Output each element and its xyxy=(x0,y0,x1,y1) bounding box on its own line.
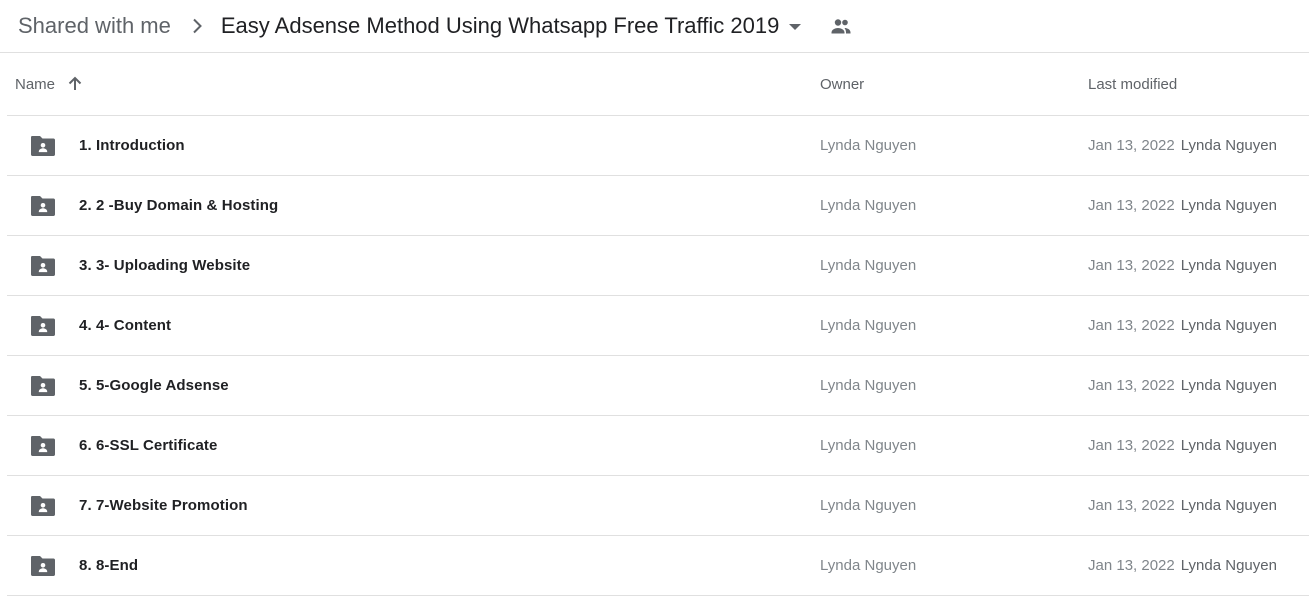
shared-folder-icon xyxy=(29,192,57,220)
row-owner-label: Lynda Nguyen xyxy=(820,197,917,214)
caret-down-icon xyxy=(783,14,807,38)
row-owner-cell: Lynda Nguyen xyxy=(812,377,1080,394)
row-owner-cell: Lynda Nguyen xyxy=(812,137,1080,154)
row-modified-cell: Jan 13, 2022 Lynda Nguyen xyxy=(1080,257,1309,274)
shared-folder-icon xyxy=(29,432,57,460)
row-owner-cell: Lynda Nguyen xyxy=(812,317,1080,334)
row-modified-cell: Jan 13, 2022 Lynda Nguyen xyxy=(1080,137,1309,154)
file-rows: 1. Introduction Lynda Nguyen Jan 13, 202… xyxy=(7,116,1309,596)
row-modified-by: Lynda Nguyen xyxy=(1180,437,1277,454)
table-row[interactable]: 3. 3- Uploading Website Lynda Nguyen Jan… xyxy=(7,236,1309,296)
breadcrumb-current-folder[interactable]: Easy Adsense Method Using Whatsapp Free … xyxy=(213,9,815,43)
table-row[interactable]: 6. 6-SSL Certificate Lynda Nguyen Jan 13… xyxy=(7,416,1309,476)
chevron-right-icon xyxy=(185,14,209,38)
row-owner-cell: Lynda Nguyen xyxy=(812,197,1080,214)
row-name-label: 4. 4- Content xyxy=(79,317,172,334)
row-name-label: 8. 8-End xyxy=(79,557,139,574)
row-modified-cell: Jan 13, 2022 Lynda Nguyen xyxy=(1080,317,1309,334)
row-name-cell: 2. 2 -Buy Domain & Hosting xyxy=(7,192,812,220)
row-modified-date: Jan 13, 2022 xyxy=(1088,557,1175,574)
row-modified-by: Lynda Nguyen xyxy=(1180,197,1277,214)
row-modified-date: Jan 13, 2022 xyxy=(1088,497,1175,514)
row-modified-by: Lynda Nguyen xyxy=(1180,317,1277,334)
shared-folder-icon xyxy=(29,492,57,520)
column-owner: Owner xyxy=(820,75,865,93)
row-owner-label: Lynda Nguyen xyxy=(820,257,917,274)
row-owner-label: Lynda Nguyen xyxy=(820,377,917,394)
row-modified-date: Jan 13, 2022 xyxy=(1088,197,1175,214)
table-row[interactable]: 4. 4- Content Lynda Nguyen Jan 13, 2022 L… xyxy=(7,296,1309,356)
table-row[interactable]: 2. 2 -Buy Domain & Hosting Lynda Nguyen … xyxy=(7,176,1309,236)
row-modified-cell: Jan 13, 2022 Lynda Nguyen xyxy=(1080,557,1309,574)
arrow-up-icon[interactable] xyxy=(65,74,85,94)
row-modified-by: Lynda Nguyen xyxy=(1180,557,1277,574)
row-modified-cell: Jan 13, 2022 Lynda Nguyen xyxy=(1080,197,1309,214)
column-name[interactable]: Name xyxy=(7,74,812,94)
shared-folder-icon xyxy=(29,312,57,340)
row-modified-date: Jan 13, 2022 xyxy=(1088,137,1175,154)
row-name-cell: 4. 4- Content xyxy=(7,312,812,340)
table-row[interactable]: 7. 7-Website Promotion Lynda Nguyen Jan … xyxy=(7,476,1309,536)
column-last-modified[interactable]: Last modified xyxy=(1080,76,1309,93)
row-name-cell: 6. 6-SSL Certificate xyxy=(7,432,812,460)
row-name-label: 2. 2 -Buy Domain & Hosting xyxy=(79,197,279,214)
row-modified-cell: Jan 13, 2022 Lynda Nguyen xyxy=(1080,377,1309,394)
breadcrumb-shared-with-me[interactable]: Shared with me xyxy=(8,9,181,43)
row-name-cell: 7. 7-Website Promotion xyxy=(7,492,812,520)
row-modified-by: Lynda Nguyen xyxy=(1180,137,1277,154)
shared-folder-icon xyxy=(29,132,57,160)
row-owner-cell: Lynda Nguyen xyxy=(812,437,1080,454)
shared-folder-icon xyxy=(29,552,57,580)
row-owner-label: Lynda Nguyen xyxy=(820,497,917,514)
row-modified-by: Lynda Nguyen xyxy=(1180,497,1277,514)
row-modified-date: Jan 13, 2022 xyxy=(1088,437,1175,454)
row-name-cell: 8. 8-End xyxy=(7,552,812,580)
row-owner-label: Lynda Nguyen xyxy=(820,137,917,154)
row-name-label: 7. 7-Website Promotion xyxy=(79,497,248,514)
row-name-cell: 1. Introduction xyxy=(7,132,812,160)
row-owner-label: Lynda Nguyen xyxy=(820,557,917,574)
row-name-label: 3. 3- Uploading Website xyxy=(79,257,251,274)
row-name-label: 6. 6-SSL Certificate xyxy=(79,437,218,454)
row-modified-cell: Jan 13, 2022 Lynda Nguyen xyxy=(1080,497,1309,514)
row-owner-cell: Lynda Nguyen xyxy=(812,257,1080,274)
people-icon[interactable] xyxy=(827,12,855,40)
shared-folder-icon xyxy=(29,252,57,280)
row-modified-date: Jan 13, 2022 xyxy=(1088,317,1175,334)
row-owner-label: Lynda Nguyen xyxy=(820,437,917,454)
row-name-label: 1. Introduction xyxy=(79,137,185,154)
table-row[interactable]: 8. 8-End Lynda Nguyen Jan 13, 2022 Lynda … xyxy=(7,536,1309,596)
row-name-label: 5. 5-Google Adsense xyxy=(79,377,229,394)
row-modified-date: Jan 13, 2022 xyxy=(1088,377,1175,394)
row-modified-by: Lynda Nguyen xyxy=(1180,377,1277,394)
row-name-cell: 3. 3- Uploading Website xyxy=(7,252,812,280)
table-row[interactable]: 5. 5-Google Adsense Lynda Nguyen Jan 13,… xyxy=(7,356,1309,416)
file-list: Name Owner Last modified 1. Introduction… xyxy=(7,53,1309,596)
column-header-row: Name Owner Last modified xyxy=(7,53,1309,116)
row-owner-label: Lynda Nguyen xyxy=(820,317,917,334)
column-name-label: Name xyxy=(15,75,56,93)
row-owner-cell: Lynda Nguyen xyxy=(812,497,1080,514)
current-folder-title: Easy Adsense Method Using Whatsapp Free … xyxy=(220,13,780,38)
table-row[interactable]: 1. Introduction Lynda Nguyen Jan 13, 202… xyxy=(7,116,1309,176)
breadcrumb-bar: Shared with me Easy Adsense Method Using… xyxy=(0,0,1309,53)
row-modified-cell: Jan 13, 2022 Lynda Nguyen xyxy=(1080,437,1309,454)
row-owner-cell: Lynda Nguyen xyxy=(812,557,1080,574)
shared-folder-icon xyxy=(29,372,57,400)
row-modified-by: Lynda Nguyen xyxy=(1180,257,1277,274)
row-name-cell: 5. 5-Google Adsense xyxy=(7,372,812,400)
row-modified-date: Jan 13, 2022 xyxy=(1088,257,1175,274)
